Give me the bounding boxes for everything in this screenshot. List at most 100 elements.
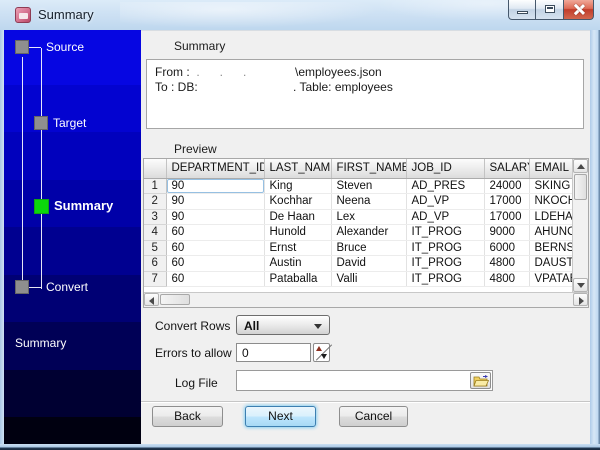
browse-log-file-button[interactable]: [470, 372, 491, 389]
scroll-up-button[interactable]: [573, 159, 588, 173]
table-row: 6 60 Austin David IT_PROG 4800 DAUSTIN: [144, 255, 574, 272]
cancel-button[interactable]: Cancel: [339, 406, 408, 427]
grid-cell[interactable]: Kochhar: [264, 193, 332, 210]
row-number[interactable]: 7: [144, 271, 167, 287]
grid-cell[interactable]: Alexander: [331, 224, 407, 241]
errors-to-allow-input[interactable]: 0: [236, 343, 311, 362]
grid-cell[interactable]: Neena: [331, 193, 407, 210]
to-label: To : DB:: [155, 80, 202, 94]
grid-cell[interactable]: 17000: [484, 193, 530, 210]
step-connector-line: [29, 287, 41, 288]
step-marker-convert: [15, 280, 29, 294]
corner-header-cell[interactable]: [144, 159, 167, 179]
horizontal-scroll-thumb[interactable]: [160, 294, 190, 305]
column-header[interactable]: EMAIL: [529, 159, 574, 179]
grid-cell[interactable]: David: [331, 255, 407, 272]
grid-cell[interactable]: AD_VP: [406, 209, 485, 225]
grid-cell[interactable]: 6000: [484, 240, 530, 256]
close-button[interactable]: [564, 0, 594, 20]
grid-cell[interactable]: BERNST: [529, 240, 574, 256]
vertical-scrollbar[interactable]: [572, 159, 588, 293]
grid-cell[interactable]: Pataballa: [264, 271, 332, 287]
grid-cell[interactable]: LDEHAAN: [529, 209, 574, 225]
table-row: 3 90 De Haan Lex AD_VP 17000 LDEHAAN: [144, 209, 574, 225]
grid-cell[interactable]: IT_PROG: [406, 255, 485, 272]
preview-grid: DEPARTMENT_ID LAST_NAME FIRST_NAME JOB_I…: [143, 158, 589, 308]
row-number[interactable]: 6: [144, 255, 167, 272]
column-header[interactable]: LAST_NAME: [264, 159, 332, 179]
summary-section-title: Summary: [174, 39, 226, 53]
scroll-down-button[interactable]: [573, 278, 588, 292]
grid-cell[interactable]: Ernst: [264, 240, 332, 256]
grid-cell[interactable]: AD_PRES: [406, 178, 485, 194]
convert-rows-value: All: [244, 319, 260, 333]
grid-cell[interactable]: 4800: [484, 255, 530, 272]
maximize-button[interactable]: [536, 0, 564, 20]
grid-cell[interactable]: 17000: [484, 209, 530, 225]
row-number[interactable]: 5: [144, 240, 167, 256]
chevron-down-icon: [314, 324, 322, 329]
back-button[interactable]: Back: [152, 406, 223, 427]
column-header[interactable]: FIRST_NAME: [331, 159, 407, 179]
grid-cell[interactable]: 60: [166, 240, 265, 256]
spinner-down-icon[interactable]: [321, 354, 327, 359]
source-file-name: \employees.json: [295, 65, 382, 79]
row-number[interactable]: 3: [144, 209, 167, 225]
grid-cell[interactable]: IT_PROG: [406, 271, 485, 287]
grid-cell[interactable]: 90: [166, 209, 265, 225]
grid-cell[interactable]: De Haan: [264, 209, 332, 225]
wizard-window: Summary Source Target Summary Convert Su…: [0, 0, 600, 450]
row-number[interactable]: 2: [144, 193, 167, 210]
column-header[interactable]: DEPARTMENT_ID: [166, 159, 265, 179]
log-file-input[interactable]: [236, 370, 493, 391]
horizontal-scrollbar[interactable]: [144, 292, 588, 307]
log-file-label: Log File: [175, 376, 218, 390]
next-button[interactable]: Next: [245, 406, 316, 427]
grid-cell[interactable]: VPATABAL: [529, 271, 574, 287]
errors-to-allow-label: Errors to allow: [155, 346, 232, 360]
column-header[interactable]: JOB_ID: [406, 159, 485, 179]
grid-cell[interactable]: 24000: [484, 178, 530, 194]
wizard-steps-sidebar: Source Target Summary Convert Summary: [4, 30, 141, 444]
scroll-right-button[interactable]: [573, 293, 588, 306]
summary-from-line: From : . . . \employees.json: [155, 65, 575, 80]
grid-cell[interactable]: 60: [166, 224, 265, 241]
scroll-left-button[interactable]: [144, 293, 159, 306]
step-marker-summary-active: [34, 199, 49, 214]
app-icon[interactable]: [15, 7, 31, 23]
grid-cell[interactable]: Hunold: [264, 224, 332, 241]
row-number[interactable]: 4: [144, 224, 167, 241]
grid-cell[interactable]: Valli: [331, 271, 407, 287]
grid-cell[interactable]: 90: [166, 193, 265, 210]
step-connector-line: [41, 48, 42, 289]
grid-cell[interactable]: AD_VP: [406, 193, 485, 210]
grid-cell[interactable]: AHUNOLD: [529, 224, 574, 241]
errors-spinner[interactable]: [313, 343, 330, 362]
grid-cell[interactable]: 60: [166, 271, 265, 287]
column-header[interactable]: SALARY: [484, 159, 530, 179]
grid-cell[interactable]: SKING: [529, 178, 574, 194]
spinner-up-icon[interactable]: [316, 346, 322, 351]
grid-cell[interactable]: 4800: [484, 271, 530, 287]
grid-cell[interactable]: IT_PROG: [406, 224, 485, 241]
grid-cell[interactable]: NKOCHHAR: [529, 193, 574, 210]
grid-cell[interactable]: DAUSTIN: [529, 255, 574, 272]
grid-cell[interactable]: IT_PROG: [406, 240, 485, 256]
scroll-up-icon: [577, 164, 585, 169]
convert-rows-dropdown[interactable]: All: [236, 315, 330, 335]
target-table-name: . Table: employees: [293, 80, 393, 94]
grid-cell[interactable]: King: [264, 178, 332, 194]
vertical-scroll-thumb[interactable]: [574, 174, 587, 200]
grid-cell[interactable]: Bruce: [331, 240, 407, 256]
grid-cell[interactable]: Lex: [331, 209, 407, 225]
grid-cell[interactable]: 9000: [484, 224, 530, 241]
titlebar[interactable]: Summary: [0, 0, 600, 30]
row-number[interactable]: 1: [144, 178, 167, 194]
grid-cell[interactable]: 60: [166, 255, 265, 272]
step-label-summary: Summary: [54, 198, 114, 213]
grid-cell[interactable]: Steven: [331, 178, 407, 194]
scroll-right-icon: [579, 297, 584, 305]
minimize-button[interactable]: [508, 0, 536, 20]
grid-cell[interactable]: Austin: [264, 255, 332, 272]
grid-cell[interactable]: 90: [166, 178, 265, 194]
